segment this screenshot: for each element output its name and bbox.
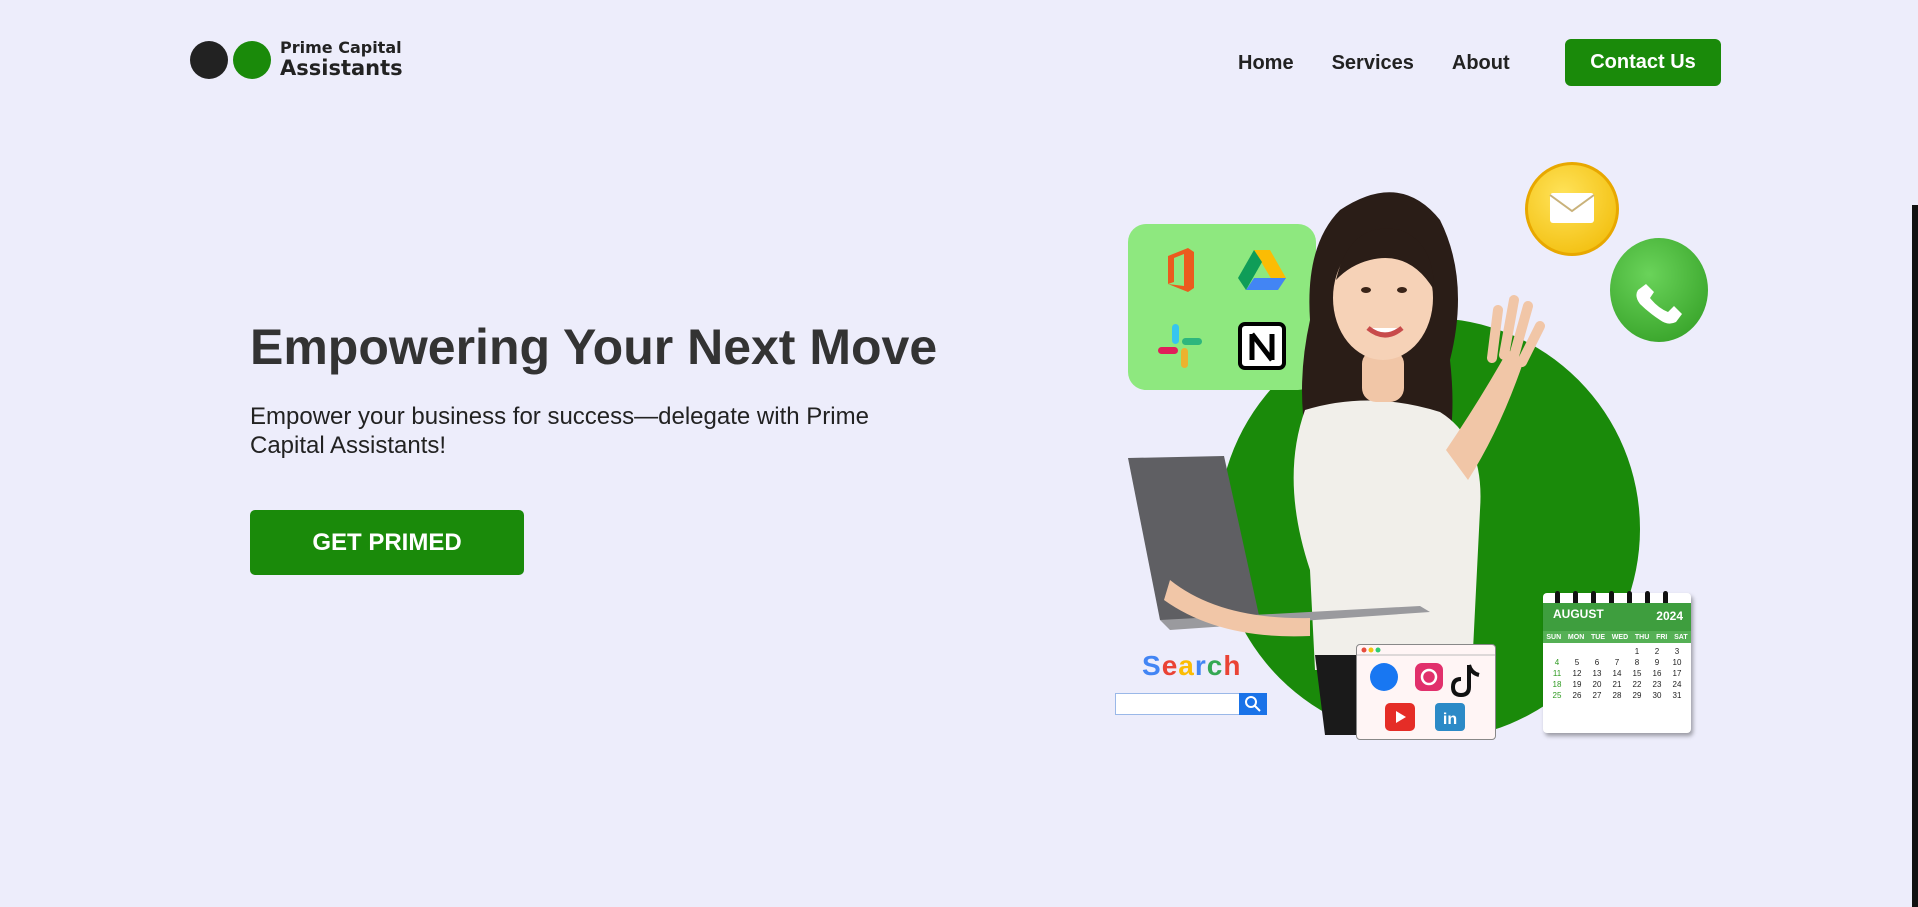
logo-green-circle-icon — [233, 40, 271, 79]
calendar-year: 2024 — [1656, 609, 1683, 623]
calendar-days-grid: 1 2 3 4 5 6 7 8 9 10 11 12 13 14 15 16 17 18 19 20 21 22 23 24 2… — [1547, 647, 1687, 700]
nav-home-link[interactable]: Home — [1238, 52, 1294, 75]
calendar-weekday: WED — [1611, 633, 1629, 641]
search-letter-c: c — [1206, 650, 1224, 681]
contact-us-button[interactable]: Contact Us — [1565, 39, 1721, 86]
search-input — [1115, 693, 1241, 715]
calendar-day — [1607, 647, 1627, 656]
get-primed-button[interactable]: GET PRIMED — [250, 510, 524, 575]
calendar-day: 22 — [1632, 680, 1642, 689]
calendar-day: 16 — [1652, 669, 1662, 678]
calendar-day: 4 — [1554, 658, 1560, 667]
calendar-day: 23 — [1652, 680, 1662, 689]
hero-title: Empowering Your Next Move — [250, 319, 938, 375]
calendar-day: 17 — [1672, 669, 1682, 678]
search-letter-h: h — [1223, 650, 1242, 681]
nav-about-link[interactable]: About — [1452, 52, 1510, 75]
calendar-weekday: SUN — [1546, 633, 1562, 641]
calendar-month: AUGUST — [1553, 607, 1604, 621]
calendar-day: 11 — [1552, 669, 1562, 678]
calendar-day: 28 — [1612, 691, 1622, 700]
calendar-day: 14 — [1612, 669, 1622, 678]
nav-services-link[interactable]: Services — [1332, 52, 1414, 75]
calendar-day: 25 — [1552, 691, 1562, 700]
search-icon — [1239, 693, 1267, 715]
calendar-day — [1567, 647, 1587, 656]
calendar-day — [1547, 647, 1567, 656]
search-letter-e1: e — [1161, 650, 1179, 681]
calendar-weekday: MON — [1567, 633, 1585, 641]
site-header: Prime Capital Assistants Home Services A… — [0, 0, 1918, 125]
calendar-day: 13 — [1592, 669, 1602, 678]
calendar-day: 7 — [1614, 658, 1620, 667]
brand-name-line2: Assistants — [280, 56, 403, 80]
calendar-day: 12 — [1572, 669, 1582, 678]
calendar-weekday: TUE — [1591, 633, 1606, 641]
page-scrollbar[interactable] — [1912, 205, 1918, 907]
hero-subtitle: Empower your business for success—delega… — [250, 403, 869, 459]
instagram-icon — [1415, 663, 1443, 691]
calendar-day: 26 — [1572, 691, 1582, 700]
calendar-day: 24 — [1672, 680, 1682, 689]
calendar-day: 10 — [1672, 658, 1682, 667]
calendar-day: 21 — [1612, 680, 1622, 689]
calendar-day: 6 — [1594, 658, 1600, 667]
calendar-day: 8 — [1634, 658, 1640, 667]
calendar-weekday: THU — [1634, 633, 1650, 641]
calendar-day — [1587, 647, 1607, 656]
email-icon — [1525, 162, 1619, 256]
search-letter-s: S — [1142, 650, 1162, 681]
calendar-day: 9 — [1654, 658, 1660, 667]
phone-icon — [1610, 238, 1708, 342]
calendar-day: 30 — [1652, 691, 1662, 700]
calendar-weekday: SAT — [1674, 633, 1688, 641]
tiktok-icon — [1450, 664, 1480, 698]
calendar-day: 1 — [1634, 647, 1640, 656]
calendar-weekdays: SUN MON TUE WED THU FRI SAT — [1543, 631, 1691, 643]
calendar-weekday: FRI — [1656, 633, 1668, 641]
calendar-day: 27 — [1592, 691, 1602, 700]
brand-logo[interactable]: Prime Capital Assistants — [190, 40, 403, 79]
calendar-day: 20 — [1592, 680, 1602, 689]
calendar-day: 19 — [1572, 680, 1582, 689]
calendar-widget: AUGUST 2024 SUN MON TUE WED THU FRI SAT 123456… — [1543, 591, 1691, 733]
calendar-day: 18 — [1552, 680, 1562, 689]
calendar-day: 3 — [1674, 647, 1680, 656]
main-nav: Home Services About — [1238, 52, 1548, 75]
calendar-day: 15 — [1632, 669, 1642, 678]
hero-illustration: Search in AUGUST 20 24 SUN MON TUE WED TH… — [1100, 150, 1708, 750]
calendar-day: 29 — [1632, 691, 1642, 700]
svg-text:in: in — [1443, 711, 1457, 728]
search-label: Search — [1142, 650, 1241, 682]
calendar-day: 31 — [1672, 691, 1682, 700]
facebook-like-icon — [1370, 663, 1398, 691]
calendar-day: 2 — [1654, 647, 1660, 656]
search-letter-r: r — [1194, 650, 1207, 681]
search-letter-a: a — [1178, 650, 1195, 681]
calendar-day: 5 — [1574, 658, 1580, 667]
brand-name-line1: Prime Capital — [280, 38, 402, 57]
social-media-card: in — [1356, 644, 1496, 740]
logo-dark-circle-icon — [190, 40, 228, 79]
